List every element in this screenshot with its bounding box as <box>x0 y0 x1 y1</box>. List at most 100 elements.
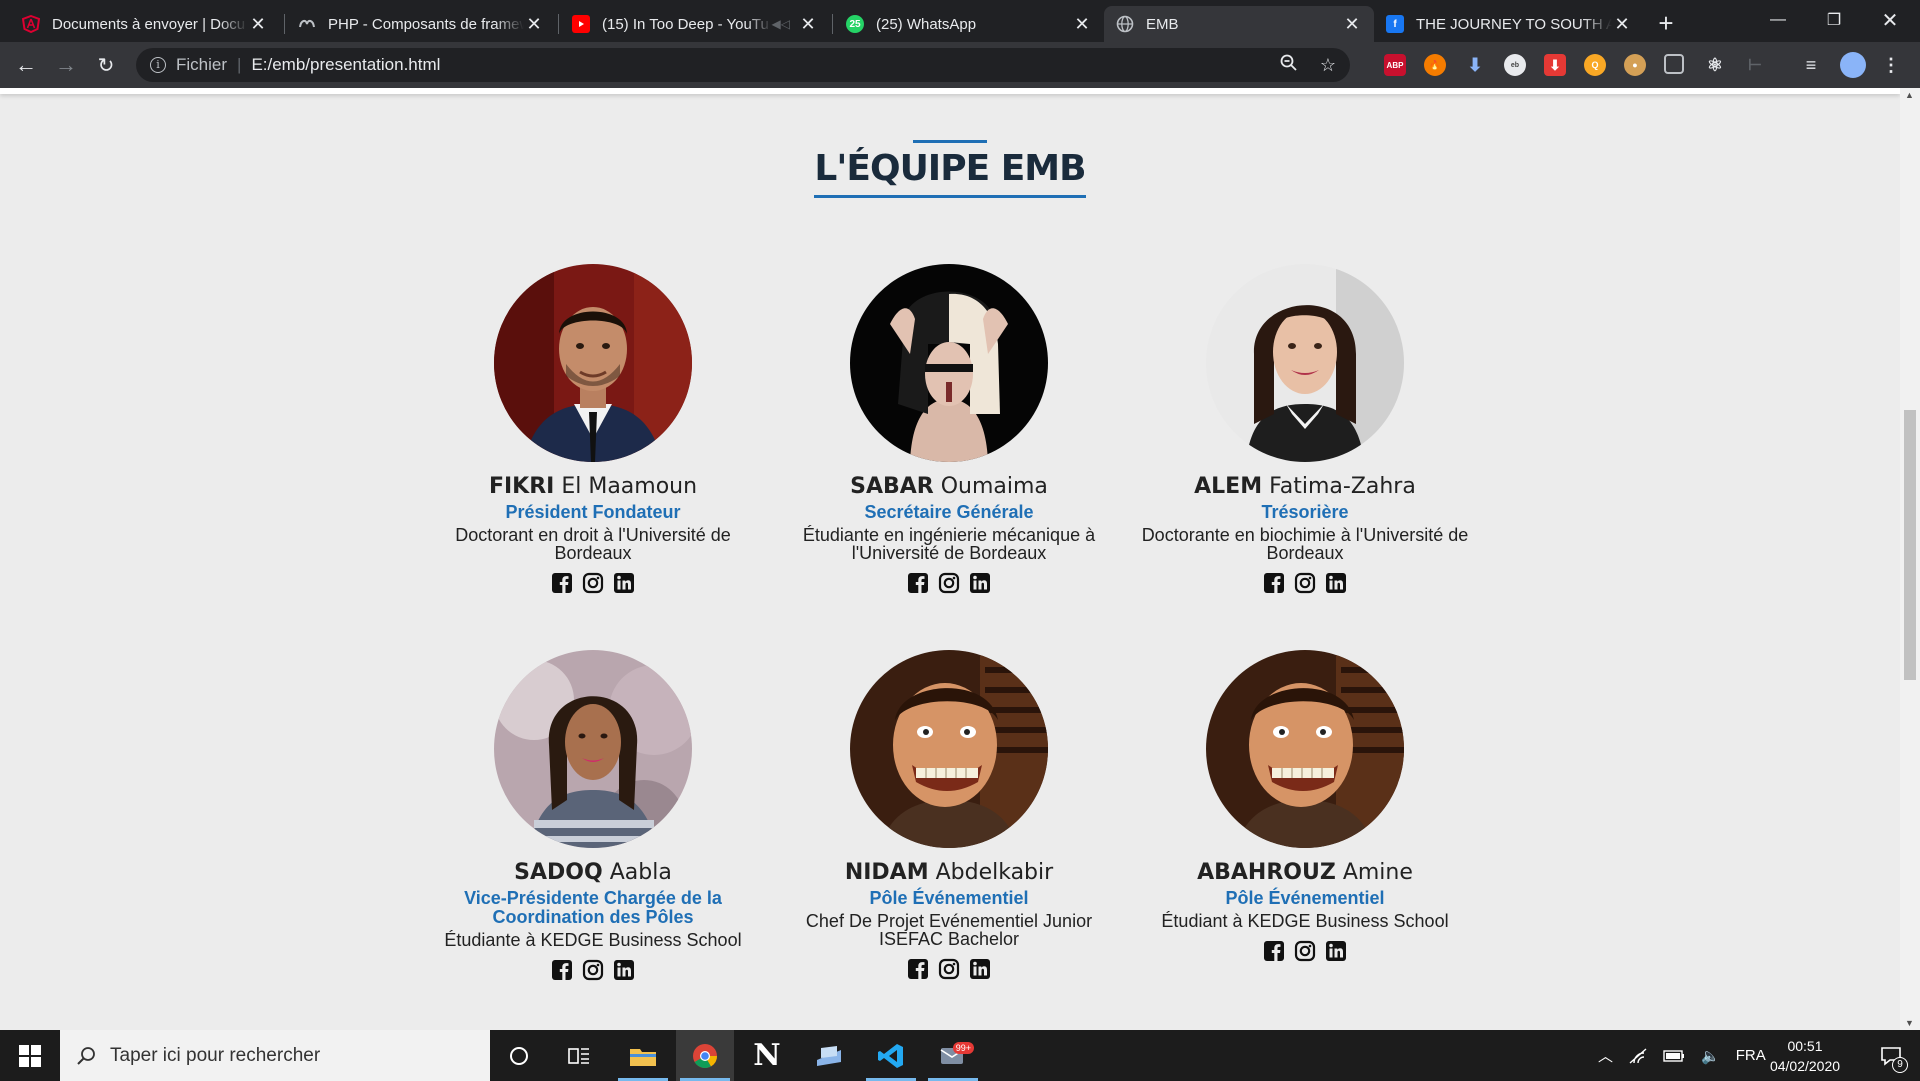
facebook-icon[interactable] <box>551 572 573 594</box>
member-firstname: Abdelkabir <box>935 860 1054 885</box>
social-links <box>1135 940 1475 962</box>
volume-icon[interactable]: 🔈 <box>1701 1047 1720 1065</box>
close-tab-icon[interactable]: ✕ <box>1342 14 1362 35</box>
facebook-icon: f <box>1386 15 1404 33</box>
file-explorer-icon[interactable] <box>614 1030 672 1081</box>
scroll-down-arrow-icon[interactable]: ▼ <box>1905 1018 1914 1028</box>
ebay-extension-icon[interactable]: eb <box>1504 54 1526 76</box>
tab-documents[interactable]: Documents à envoyer | Docu ✕ <box>10 6 280 42</box>
tab-facebook[interactable]: f THE JOURNEY TO SOUTH AF ✕ <box>1374 6 1644 42</box>
instagram-icon[interactable] <box>938 572 960 594</box>
instagram-icon[interactable] <box>1294 940 1316 962</box>
media-queue-icon[interactable]: ≡ <box>1800 54 1822 76</box>
member-firstname: El Maamoun <box>561 474 698 499</box>
linkedin-icon[interactable] <box>969 572 991 594</box>
openclassrooms-icon <box>298 15 316 33</box>
clock-time: 00:51 <box>1787 1038 1823 1054</box>
zoom-icon[interactable] <box>1280 54 1298 77</box>
start-button[interactable] <box>0 1030 60 1081</box>
cortana-icon[interactable] <box>490 1030 548 1081</box>
linkedin-icon[interactable] <box>1325 940 1347 962</box>
social-links <box>423 959 763 981</box>
linkedin-icon[interactable] <box>1325 572 1347 594</box>
facebook-icon[interactable] <box>1263 572 1285 594</box>
tab-divider <box>832 14 833 34</box>
tab-title: Documents à envoyer | Docu <box>52 15 246 33</box>
download-arrow-icon[interactable]: ⬇ <box>1464 54 1486 76</box>
reload-button[interactable]: ↻ <box>90 49 122 81</box>
scrollbar-thumb[interactable] <box>1904 410 1916 680</box>
team-member-card: SADOQ Aabla Vice-Présidente Chargée de l… <box>423 650 763 981</box>
member-name: SABAR Oumaima <box>779 474 1119 499</box>
close-tab-icon[interactable]: ✕ <box>1072 14 1092 35</box>
show-hidden-icons-icon[interactable]: ︿ <box>1598 1045 1613 1066</box>
clock-date: 04/02/2020 <box>1769 1058 1841 1074</box>
member-description: Étudiante à KEDGE Business School <box>444 930 742 950</box>
screen-capture-icon[interactable] <box>1664 54 1684 74</box>
instagram-icon[interactable] <box>582 959 604 981</box>
adblock-plus-icon[interactable]: ABP <box>1384 54 1406 76</box>
page-scrollbar[interactable]: ▲ ▼ <box>1900 88 1920 1030</box>
bookmark-star-icon[interactable]: ☆ <box>1320 55 1336 76</box>
extension-icon[interactable]: ⊢ <box>1744 54 1766 76</box>
facebook-icon[interactable] <box>907 958 929 980</box>
taskbar-search[interactable]: Taper ici pour rechercher <box>60 1030 490 1081</box>
cookie-icon[interactable]: ● <box>1624 54 1646 76</box>
member-role: Président Fondateur <box>505 502 681 522</box>
instagram-icon[interactable] <box>582 572 604 594</box>
restore-button[interactable]: ❐ <box>1806 0 1862 40</box>
muted-audio-icon[interactable]: ◀◁ <box>772 17 790 31</box>
menu-kebab-icon[interactable]: ⋮ <box>1880 54 1902 76</box>
chrome-taskbar-icon[interactable] <box>676 1030 734 1081</box>
facebook-icon[interactable] <box>1263 940 1285 962</box>
close-tab-icon[interactable]: ✕ <box>1612 14 1632 35</box>
react-devtools-icon[interactable]: ⚛ <box>1704 54 1726 76</box>
team-member-card: FIKRI El Maamoun Président Fondateur Doc… <box>423 264 763 594</box>
linkedin-icon[interactable] <box>613 572 635 594</box>
social-links <box>423 572 763 594</box>
tab-php[interactable]: PHP - Composants de framew ✕ <box>286 6 556 42</box>
download-manager-icon[interactable]: ⬇ <box>1544 54 1566 76</box>
battery-icon[interactable] <box>1663 1049 1685 1063</box>
member-description: Doctorante en biochimie à l'Université d… <box>1141 525 1469 563</box>
address-bar[interactable]: i Fichier | E:/emb/presentation.html ☆ <box>136 48 1350 82</box>
site-info-icon[interactable]: i <box>150 57 166 73</box>
action-center-icon[interactable]: 9 <box>1862 1030 1920 1081</box>
vscode-icon[interactable] <box>862 1030 920 1081</box>
app-n-icon[interactable]: N <box>738 1030 796 1081</box>
mail-app-icon[interactable]: 99+ <box>924 1030 982 1081</box>
minimize-button[interactable]: — <box>1750 0 1806 40</box>
instagram-icon[interactable] <box>1294 572 1316 594</box>
close-tab-icon[interactable]: ✕ <box>248 14 268 35</box>
clock[interactable]: 00:51 04/02/2020 <box>1750 1036 1860 1076</box>
linkedin-icon[interactable] <box>613 959 635 981</box>
task-view-icon[interactable] <box>550 1030 608 1081</box>
instagram-icon[interactable] <box>938 958 960 980</box>
new-tab-button[interactable]: + <box>1650 8 1682 40</box>
flame-extension-icon[interactable]: 🔥 <box>1424 54 1446 76</box>
title-decor-line <box>913 140 987 143</box>
member-photo <box>494 650 692 848</box>
member-lastname: ABAHROUZ <box>1197 860 1336 885</box>
scroll-up-arrow-icon[interactable]: ▲ <box>1905 90 1914 100</box>
back-button[interactable]: ← <box>10 49 42 81</box>
tab-youtube[interactable]: (15) In Too Deep - YouTu ◀◁ ✕ <box>560 6 830 42</box>
profile-avatar[interactable] <box>1840 52 1866 78</box>
close-window-button[interactable]: ✕ <box>1862 0 1918 40</box>
search-extension-icon[interactable]: Q <box>1584 54 1606 76</box>
member-firstname: Amine <box>1342 860 1413 885</box>
team-member-card: NIDAM Abdelkabir Pôle Événementiel Chef … <box>779 650 1119 980</box>
facebook-icon[interactable] <box>551 959 573 981</box>
facebook-icon[interactable] <box>907 572 929 594</box>
close-tab-icon[interactable]: ✕ <box>524 14 544 35</box>
linkedin-icon[interactable] <box>969 958 991 980</box>
member-photo <box>494 264 692 462</box>
network-icon[interactable] <box>1629 1047 1647 1064</box>
angular-icon <box>22 15 40 33</box>
close-tab-icon[interactable]: ✕ <box>798 14 818 35</box>
tab-emb-active[interactable]: EMB ✕ <box>1104 6 1374 42</box>
tab-whatsapp[interactable]: 25 (25) WhatsApp ✕ <box>834 6 1104 42</box>
pinned-app-icon[interactable] <box>800 1030 858 1081</box>
header-edge <box>0 88 1900 94</box>
forward-button[interactable]: → <box>50 49 82 81</box>
